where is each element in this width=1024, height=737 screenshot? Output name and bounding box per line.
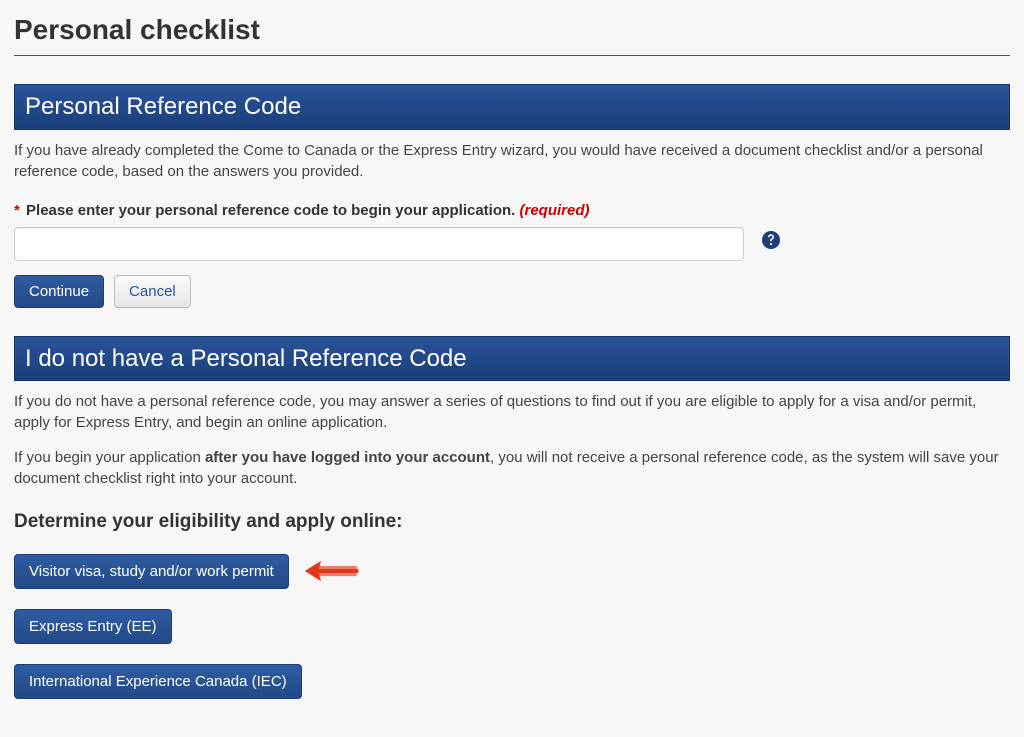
arrow-annotation-icon bbox=[301, 555, 361, 587]
section-header-prc: Personal Reference Code bbox=[14, 84, 1010, 130]
prc-field-label-text: Please enter your personal reference cod… bbox=[26, 202, 515, 219]
prc-field-label: * Please enter your personal reference c… bbox=[14, 200, 1010, 221]
page-title: Personal checklist bbox=[14, 10, 1010, 56]
no-prc-para2-a: If you begin your application bbox=[14, 449, 205, 466]
section-header-no-prc: I do not have a Personal Reference Code bbox=[14, 336, 1010, 382]
no-prc-para2: If you begin your application after you … bbox=[14, 447, 1010, 489]
iec-button[interactable]: International Experience Canada (IEC) bbox=[14, 664, 302, 699]
section-personal-reference-code: Personal Reference Code If you have alre… bbox=[14, 84, 1010, 308]
continue-button[interactable]: Continue bbox=[14, 275, 104, 308]
help-icon[interactable] bbox=[762, 231, 780, 256]
section-no-prc: I do not have a Personal Reference Code … bbox=[14, 336, 1010, 699]
prc-field: * Please enter your personal reference c… bbox=[14, 200, 1010, 261]
required-text: (required) bbox=[520, 202, 590, 219]
prc-input[interactable] bbox=[14, 227, 744, 261]
eligibility-heading: Determine your eligibility and apply onl… bbox=[14, 509, 1010, 536]
no-prc-para1: If you do not have a personal reference … bbox=[14, 391, 1010, 433]
no-prc-para2-bold: after you have logged into your account bbox=[205, 449, 490, 466]
required-star: * bbox=[14, 202, 20, 219]
visitor-visa-button[interactable]: Visitor visa, study and/or work permit bbox=[14, 554, 289, 589]
cancel-button[interactable]: Cancel bbox=[114, 275, 191, 308]
express-entry-button[interactable]: Express Entry (EE) bbox=[14, 609, 172, 644]
prc-description: If you have already completed the Come t… bbox=[14, 140, 1010, 182]
